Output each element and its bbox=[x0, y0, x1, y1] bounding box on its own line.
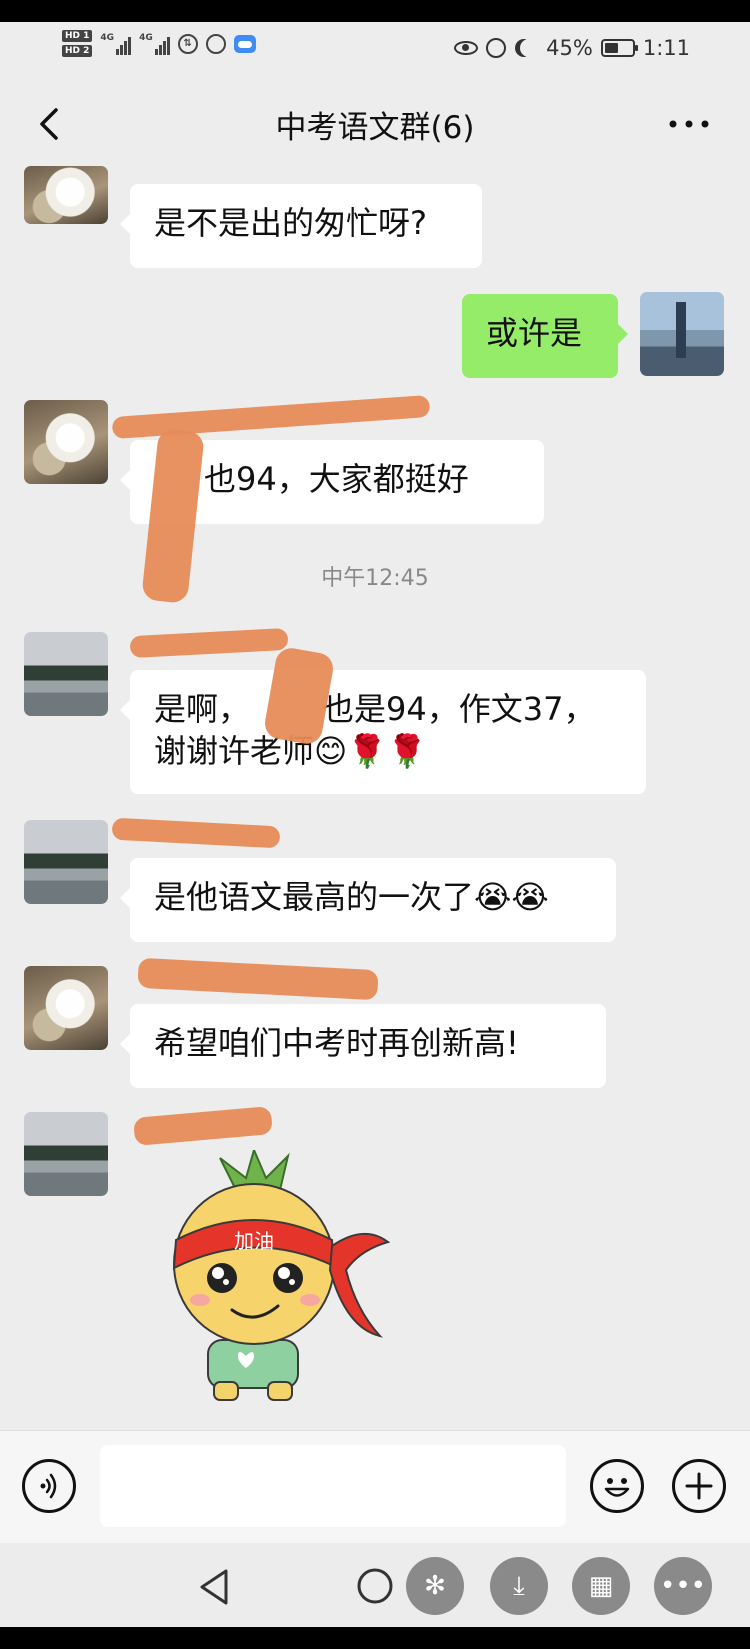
hd1-badge: HD 1 bbox=[62, 30, 93, 42]
avatar[interactable] bbox=[24, 400, 108, 484]
grid-menu-icon[interactable]: ▦ bbox=[572, 1557, 630, 1615]
avatar[interactable] bbox=[24, 1112, 108, 1196]
battery-icon bbox=[600, 39, 638, 57]
more-dots-icon[interactable] bbox=[664, 104, 714, 144]
signal-icon-2: 4G bbox=[139, 33, 170, 55]
message-bubble[interactable]: 希望咱们中考时再创新高! bbox=[120, 1004, 606, 1088]
plus-icon[interactable] bbox=[672, 1459, 726, 1513]
nav-back-icon[interactable] bbox=[196, 1567, 232, 1607]
jiayou-sticker[interactable]: 加油 bbox=[150, 1150, 390, 1402]
message-input[interactable] bbox=[100, 1445, 566, 1527]
more-menu-icon[interactable]: ••• bbox=[654, 1557, 712, 1615]
message-text: 希望咱们中考时再创新高! bbox=[154, 1024, 519, 1062]
avatar[interactable] bbox=[24, 820, 108, 904]
avatar[interactable] bbox=[24, 166, 108, 224]
message-text: 是他语文最高的一次了😭😭 bbox=[154, 878, 549, 916]
redacted-name bbox=[129, 627, 289, 659]
self-avatar[interactable] bbox=[640, 292, 724, 376]
avatar[interactable] bbox=[24, 966, 108, 1050]
message-line: 谢谢许老师😊🌹🌹 bbox=[154, 732, 428, 770]
chat-header: 中考语文群(6) bbox=[0, 78, 750, 172]
signal-label-2: 4G bbox=[139, 32, 153, 43]
message-bubble[interactable]: 是啊， 也是94，作文37， 谢谢许老师😊🌹🌹 bbox=[120, 670, 646, 794]
timestamp: 中午12:45 bbox=[321, 566, 429, 591]
hd-indicators: HD 1 HD 2 bbox=[62, 30, 93, 57]
clock: 1:11 bbox=[642, 36, 690, 60]
signal-icon-1: 4G bbox=[100, 32, 132, 55]
signal-label-1: 4G bbox=[100, 32, 115, 43]
message-text: 是不是出的匆忙呀? bbox=[154, 204, 427, 242]
usage-icon: ⇅ bbox=[177, 33, 198, 54]
emoji-icon[interactable] bbox=[590, 1459, 644, 1513]
headband-text: 加油 bbox=[234, 1229, 274, 1253]
message-line: 是啊， 也是94，作文37， bbox=[154, 688, 622, 730]
voice-icon[interactable] bbox=[22, 1459, 76, 1513]
moon-icon bbox=[520, 39, 538, 57]
system-nav-bar: ✻ ⤓ ▦ ••• bbox=[0, 1543, 750, 1627]
sync-icon bbox=[205, 33, 226, 54]
redacted-name bbox=[137, 957, 379, 1001]
assist-ball-icon[interactable]: ✻ bbox=[406, 1557, 464, 1615]
nav-home-icon[interactable] bbox=[356, 1567, 394, 1605]
redacted-name bbox=[133, 1106, 273, 1146]
chat-title: 中考语文群(6) bbox=[275, 110, 475, 146]
battery-percent: 45% bbox=[546, 36, 593, 60]
eye-comfort-icon bbox=[454, 41, 479, 55]
redacted-name bbox=[111, 394, 431, 440]
avatar[interactable] bbox=[24, 632, 108, 716]
download-icon[interactable]: ⤓ bbox=[490, 1557, 548, 1615]
status-bar: HD 1 HD 2 4G 4G ⇅ 45% 1:11 bbox=[0, 22, 750, 78]
message-text: 也94，大家都挺好 bbox=[204, 460, 469, 498]
message-text: 或许是 bbox=[486, 314, 583, 352]
message-text: 也是94，作文37， bbox=[322, 690, 596, 728]
alarm-icon bbox=[486, 38, 507, 58]
message-bubble[interactable]: 是不是出的匆忙呀? bbox=[120, 184, 482, 268]
message-text: 是啊， bbox=[154, 690, 251, 728]
bottom-bezel bbox=[0, 1627, 750, 1649]
cloud-icon bbox=[233, 34, 256, 53]
hd2-badge: HD 2 bbox=[62, 45, 93, 57]
redacted-name bbox=[111, 817, 281, 849]
message-bubble[interactable]: 是他语文最高的一次了😭😭 bbox=[120, 858, 616, 942]
input-bar bbox=[0, 1430, 750, 1543]
top-bezel bbox=[0, 0, 750, 22]
message-bubble-self[interactable]: 或许是 bbox=[462, 294, 628, 378]
